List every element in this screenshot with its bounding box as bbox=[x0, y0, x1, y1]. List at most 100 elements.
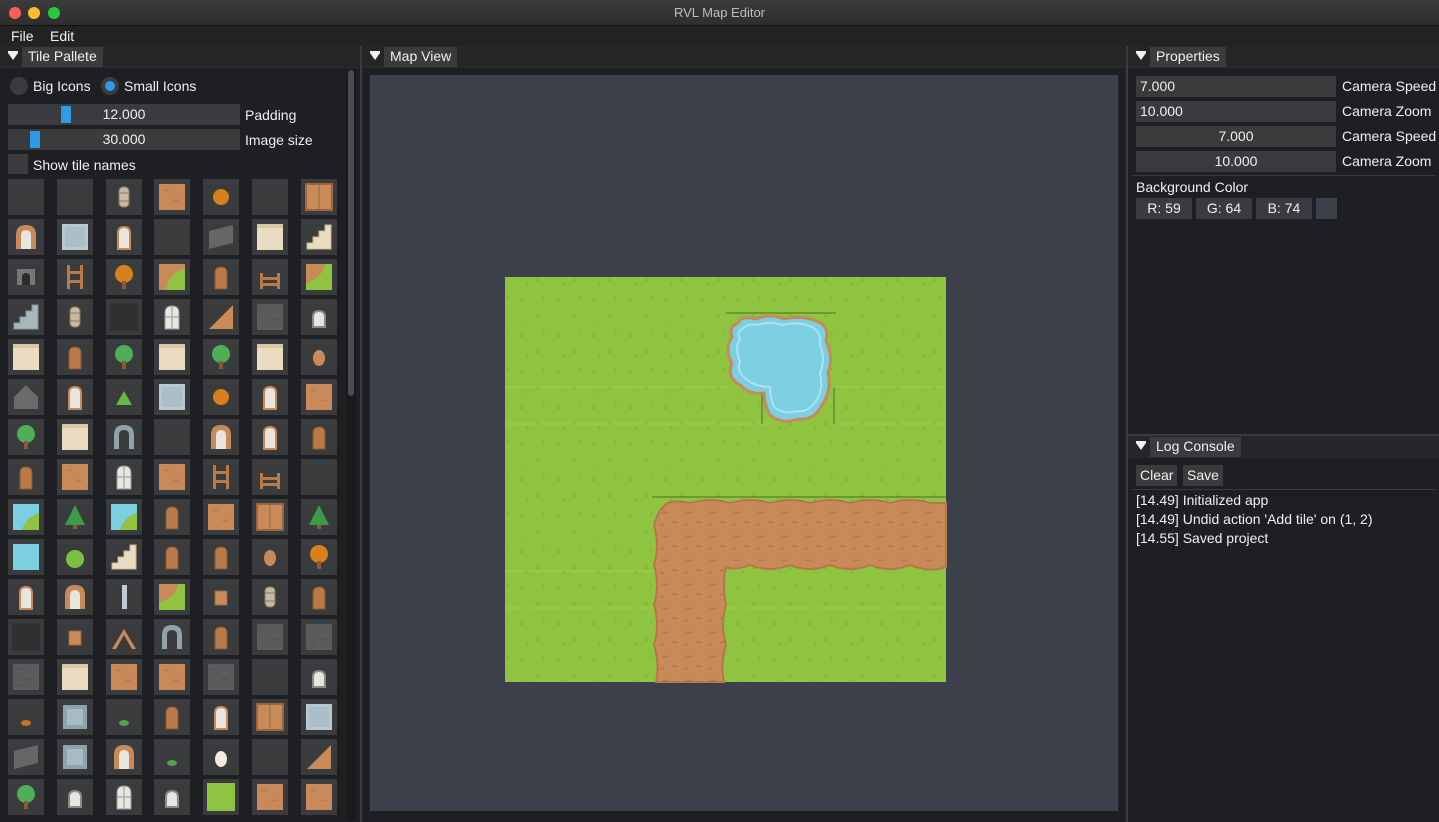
tile-button[interactable] bbox=[203, 739, 239, 775]
tile-button[interactable] bbox=[252, 339, 288, 375]
tile-button[interactable] bbox=[57, 179, 93, 215]
tile-button[interactable] bbox=[154, 179, 190, 215]
tile-button[interactable] bbox=[301, 659, 337, 695]
tile-button[interactable] bbox=[57, 459, 93, 495]
big-icons-radio[interactable] bbox=[10, 77, 28, 95]
log-console-tab[interactable]: Log Console bbox=[1150, 437, 1241, 457]
tile-button[interactable] bbox=[106, 579, 142, 615]
tile-button[interactable] bbox=[8, 699, 44, 735]
tile-button[interactable] bbox=[106, 459, 142, 495]
small-icons-radio[interactable] bbox=[101, 77, 119, 95]
tile-button[interactable] bbox=[8, 499, 44, 535]
tile-button[interactable] bbox=[8, 379, 44, 415]
bg-red-input[interactable]: R: 59 bbox=[1136, 198, 1192, 219]
tile-button[interactable] bbox=[154, 259, 190, 295]
tile-button[interactable] bbox=[106, 699, 142, 735]
tile-button[interactable] bbox=[57, 739, 93, 775]
tile-button[interactable] bbox=[252, 579, 288, 615]
tile-button[interactable] bbox=[252, 459, 288, 495]
clear-log-button[interactable]: Clear bbox=[1136, 465, 1178, 486]
scrollbar-thumb[interactable] bbox=[348, 70, 354, 396]
tile-button[interactable] bbox=[106, 179, 142, 215]
tile-button[interactable] bbox=[154, 579, 190, 615]
tile-button[interactable] bbox=[252, 179, 288, 215]
tile-button[interactable] bbox=[252, 659, 288, 695]
tile-button[interactable] bbox=[301, 459, 337, 495]
tile-button[interactable] bbox=[57, 379, 93, 415]
tile-button[interactable] bbox=[301, 219, 337, 255]
tile-button[interactable] bbox=[8, 179, 44, 215]
tile-button[interactable] bbox=[106, 659, 142, 695]
image-size-slider[interactable]: 30.000 bbox=[8, 129, 240, 150]
tile-button[interactable] bbox=[8, 419, 44, 455]
tile-button[interactable] bbox=[203, 539, 239, 575]
tile-button[interactable] bbox=[252, 499, 288, 535]
save-log-button[interactable]: Save bbox=[1183, 465, 1223, 486]
tile-button[interactable] bbox=[57, 219, 93, 255]
show-tile-names-checkbox[interactable] bbox=[8, 154, 28, 174]
tile-button[interactable] bbox=[57, 259, 93, 295]
tile-button[interactable] bbox=[203, 179, 239, 215]
collapse-arrow-icon[interactable] bbox=[1136, 441, 1146, 450]
tile-button[interactable] bbox=[252, 379, 288, 415]
tile-button[interactable] bbox=[203, 459, 239, 495]
tile-button[interactable] bbox=[8, 739, 44, 775]
tile-button[interactable] bbox=[301, 339, 337, 375]
tile-button[interactable] bbox=[203, 419, 239, 455]
tile-button[interactable] bbox=[203, 779, 239, 815]
tile-button[interactable] bbox=[57, 619, 93, 655]
tile-button[interactable] bbox=[301, 619, 337, 655]
tile-button[interactable] bbox=[154, 739, 190, 775]
tile-button[interactable] bbox=[8, 659, 44, 695]
tile-button[interactable] bbox=[154, 379, 190, 415]
map-view-tab[interactable]: Map View bbox=[384, 47, 458, 67]
tile-button[interactable] bbox=[252, 539, 288, 575]
camera-zoom-input[interactable]: 10.000 bbox=[1136, 101, 1336, 122]
tile-button[interactable] bbox=[301, 699, 337, 735]
map-canvas[interactable] bbox=[370, 75, 1118, 811]
map-tilemap[interactable] bbox=[505, 277, 947, 683]
tile-button[interactable] bbox=[106, 219, 142, 255]
tile-button[interactable] bbox=[106, 339, 142, 375]
tile-button[interactable] bbox=[8, 299, 44, 335]
tile-button[interactable] bbox=[106, 739, 142, 775]
tile-button[interactable] bbox=[203, 299, 239, 335]
tile-button[interactable] bbox=[203, 379, 239, 415]
tile-button[interactable] bbox=[106, 619, 142, 655]
tile-button[interactable] bbox=[106, 259, 142, 295]
tile-button[interactable] bbox=[8, 259, 44, 295]
tile-button[interactable] bbox=[301, 259, 337, 295]
tile-button[interactable] bbox=[203, 339, 239, 375]
tile-button[interactable] bbox=[203, 699, 239, 735]
menu-edit[interactable]: Edit bbox=[50, 28, 74, 44]
collapse-arrow-icon[interactable] bbox=[8, 51, 18, 60]
camera-speed-drag[interactable]: 7.000 bbox=[1136, 126, 1336, 147]
tile-button[interactable] bbox=[106, 779, 142, 815]
tile-button[interactable] bbox=[154, 539, 190, 575]
tile-button[interactable] bbox=[252, 619, 288, 655]
camera-speed-input[interactable]: 7.000 bbox=[1136, 76, 1336, 97]
tile-button[interactable] bbox=[154, 459, 190, 495]
tile-button[interactable] bbox=[154, 219, 190, 255]
tile-button[interactable] bbox=[57, 579, 93, 615]
tile-button[interactable] bbox=[57, 339, 93, 375]
tile-button[interactable] bbox=[154, 499, 190, 535]
tile-button[interactable] bbox=[106, 539, 142, 575]
tile-button[interactable] bbox=[252, 699, 288, 735]
tile-button[interactable] bbox=[154, 699, 190, 735]
bg-blue-input[interactable]: B: 74 bbox=[1256, 198, 1312, 219]
tile-button[interactable] bbox=[8, 219, 44, 255]
collapse-arrow-icon[interactable] bbox=[370, 51, 380, 60]
menu-file[interactable]: File bbox=[11, 28, 34, 44]
tile-button[interactable] bbox=[8, 539, 44, 575]
tile-button[interactable] bbox=[203, 259, 239, 295]
tile-button[interactable] bbox=[203, 219, 239, 255]
tile-button[interactable] bbox=[106, 379, 142, 415]
camera-zoom-drag[interactable]: 10.000 bbox=[1136, 151, 1336, 172]
tile-button[interactable] bbox=[8, 779, 44, 815]
tile-button[interactable] bbox=[301, 299, 337, 335]
tile-button[interactable] bbox=[8, 619, 44, 655]
tile-button[interactable] bbox=[301, 379, 337, 415]
tile-button[interactable] bbox=[203, 619, 239, 655]
tile-button[interactable] bbox=[57, 659, 93, 695]
